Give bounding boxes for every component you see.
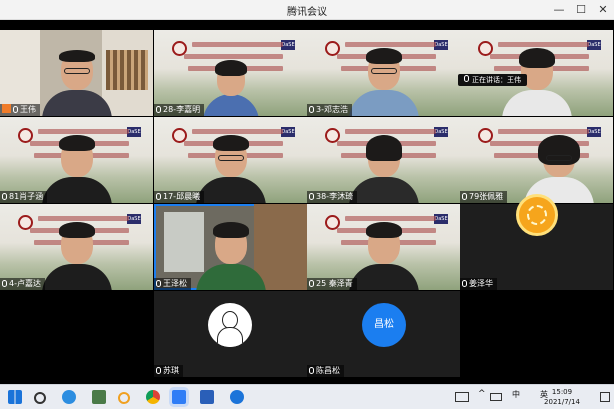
chrome-icon[interactable] xyxy=(146,390,160,404)
keyboard-icon[interactable] xyxy=(455,392,469,402)
system-clock[interactable]: 15:09 2021/7/14 xyxy=(532,387,592,407)
video-tile-4[interactable]: DaSE xyxy=(460,30,613,116)
participant-name: 28-李嘉明 xyxy=(154,104,205,116)
chef-avatar xyxy=(208,303,252,347)
video-tile-2[interactable]: DaSE 28-李嘉明 xyxy=(154,30,307,116)
orange-avatar xyxy=(516,194,558,236)
participant-name: 17-邱晨曦 xyxy=(154,191,205,203)
participant-name: 81肖子涵 xyxy=(0,191,48,203)
video-tile-1[interactable]: 王伟 xyxy=(0,30,153,116)
window-title: 腾讯会议 xyxy=(287,7,327,18)
host-icon xyxy=(2,104,11,113)
tencent-meeting-icon[interactable] xyxy=(172,390,186,404)
search-icon[interactable] xyxy=(34,392,46,404)
video-tile-10[interactable]: 王泽松 xyxy=(154,204,307,290)
mic-icon xyxy=(2,193,7,200)
maximize-button[interactable]: ☐ xyxy=(570,0,592,20)
participant-name: 苏琪 xyxy=(154,365,183,377)
close-button[interactable]: ✕ xyxy=(592,0,614,20)
mic-icon xyxy=(309,280,314,287)
mic-icon xyxy=(156,367,161,374)
ime-indicator[interactable]: 中 xyxy=(512,389,520,400)
mic-icon xyxy=(156,106,161,113)
video-tile-11[interactable]: DaSE 25 秦泽青 xyxy=(307,204,460,290)
mic-icon xyxy=(156,280,161,287)
mic-icon xyxy=(2,280,7,287)
clock-time: 15:09 xyxy=(551,388,573,396)
video-tile-8[interactable]: DaSE 79张佩雅 xyxy=(460,117,613,203)
speaking-indicator: 正在讲话：王伟 xyxy=(458,74,527,86)
mic-icon xyxy=(156,193,161,200)
mic-icon xyxy=(309,106,314,113)
video-tile-7[interactable]: DaSE 38-李沐琦 xyxy=(307,117,460,203)
participant-name: 79张佩雅 xyxy=(460,191,508,203)
text-avatar: 昌松 xyxy=(362,303,406,347)
mic-icon xyxy=(309,367,314,374)
participant-name: 3-邓志浩 xyxy=(307,104,352,116)
mic-icon xyxy=(464,75,469,82)
video-tile-5[interactable]: DaSE 81肖子涵 xyxy=(0,117,153,203)
everything-search-icon[interactable] xyxy=(118,392,130,404)
participant-name: 25 秦泽青 xyxy=(307,278,357,290)
edge-icon[interactable] xyxy=(62,390,76,404)
windows-start-icon[interactable] xyxy=(8,390,22,404)
participant-name: 王泽松 xyxy=(154,278,191,290)
minimize-button[interactable]: — xyxy=(548,0,570,20)
video-tile-3[interactable]: DaSE 3-邓志浩 xyxy=(307,30,460,116)
photos-icon[interactable] xyxy=(200,390,214,404)
feather-app-icon[interactable] xyxy=(230,390,244,404)
window-titlebar: 腾讯会议 — ☐ ✕ xyxy=(0,0,614,20)
notification-icon[interactable] xyxy=(600,392,610,402)
participant-name: 4-卢嘉达 xyxy=(0,278,45,290)
battery-icon[interactable] xyxy=(490,393,502,401)
mic-icon xyxy=(462,193,467,200)
participant-name: 姜泽华 xyxy=(460,278,497,290)
mic-icon xyxy=(309,193,314,200)
mic-icon xyxy=(462,280,467,287)
participant-name: 陈昌松 xyxy=(307,365,344,377)
clock-date: 2021/7/14 xyxy=(544,398,580,406)
video-tile-9[interactable]: DaSE 4-卢嘉达 xyxy=(0,204,153,290)
windows-taskbar: ^ 中 英 15:09 2021/7/14 xyxy=(0,384,614,409)
video-tile-6[interactable]: DaSE 17-邱晨曦 xyxy=(154,117,307,203)
mic-icon xyxy=(13,106,18,113)
app-icon[interactable] xyxy=(92,390,106,404)
chevron-up-icon[interactable]: ^ xyxy=(478,389,486,399)
participant-name: 38-李沐琦 xyxy=(307,191,358,203)
participant-name: 王伟 xyxy=(0,104,40,116)
